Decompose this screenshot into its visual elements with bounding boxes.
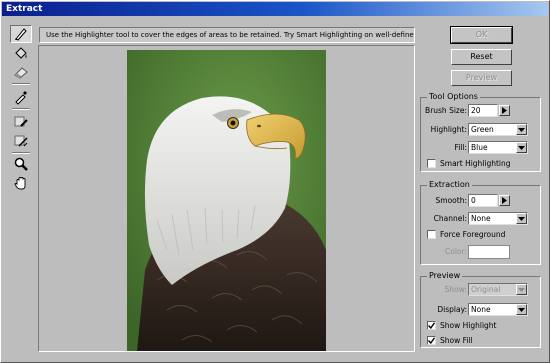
preview-canvas[interactable] xyxy=(38,45,415,352)
channel-label: Channel: xyxy=(433,214,467,223)
show-highlight-label: Show Highlight xyxy=(440,321,497,330)
eagle-photo xyxy=(127,50,326,351)
smooth-field[interactable]: 0 xyxy=(468,194,498,207)
chevron-down-icon xyxy=(518,128,525,132)
brush-size-label: Brush Size: xyxy=(425,106,467,115)
tool-options-title: Tool Options xyxy=(427,92,480,102)
ok-button[interactable]: OK xyxy=(450,26,513,44)
smooth-slider-button[interactable] xyxy=(499,195,510,206)
brush-size-slider-button[interactable] xyxy=(499,105,510,116)
channel-dropdown-button[interactable] xyxy=(516,213,527,224)
instruction-text: Use the Highlighter tool to cover the ed… xyxy=(39,27,415,43)
show-dropdown-button[interactable] xyxy=(516,284,527,295)
display-dropdown-button[interactable] xyxy=(516,304,527,315)
show-label: Show: xyxy=(444,285,467,294)
smooth-label: Smooth: xyxy=(435,196,467,205)
force-foreground-label: Force Foreground xyxy=(440,230,506,239)
show-highlight-checkbox[interactable] xyxy=(427,321,436,330)
magnifier-icon xyxy=(14,157,28,171)
eraser-tool[interactable] xyxy=(10,63,32,81)
fill-tool[interactable] xyxy=(10,44,32,62)
highlight-label: Highlight: xyxy=(430,125,467,134)
checkmark-icon xyxy=(428,337,435,344)
foreground-color-swatch[interactable] xyxy=(468,245,510,259)
toolbar-separator xyxy=(12,108,30,110)
toolbar-separator xyxy=(12,83,30,85)
eyedropper-tool[interactable] xyxy=(10,88,32,106)
triangle-right-icon xyxy=(502,197,507,204)
reset-button[interactable]: Reset xyxy=(451,49,512,65)
cleanup-icon xyxy=(14,116,28,127)
show-fill-label: Show Fill xyxy=(440,336,473,345)
smart-highlighting-label: Smart Highlighting xyxy=(440,159,511,168)
show-fill-checkbox[interactable] xyxy=(427,336,436,345)
chevron-down-icon xyxy=(518,288,525,292)
extract-dialog: Extract Use the Highlighter tool to cove… xyxy=(0,0,550,363)
hand-icon xyxy=(14,177,26,190)
hand-tool[interactable] xyxy=(10,174,32,192)
extraction-group: Extraction Smooth: 0 Channel: None Force… xyxy=(420,180,541,265)
preview-group: Preview Show: Original Display: None Sho… xyxy=(420,271,541,348)
highlighter-icon xyxy=(15,28,27,41)
edge-highlighter-tool[interactable] xyxy=(10,25,32,43)
force-foreground-checkbox[interactable] xyxy=(427,230,436,239)
eyedropper-icon xyxy=(15,91,27,105)
preview-title: Preview xyxy=(427,271,463,281)
chevron-down-icon xyxy=(518,146,525,150)
fill-label: Fill: xyxy=(454,143,467,152)
edge-touchup-icon xyxy=(14,135,28,147)
cleanup-tool[interactable] xyxy=(10,113,32,131)
checkmark-icon xyxy=(428,322,435,329)
display-label: Display: xyxy=(437,305,467,314)
toolbar-separator xyxy=(12,152,30,154)
title-bar[interactable]: Extract xyxy=(2,2,548,16)
edge-touchup-tool[interactable] xyxy=(10,132,32,150)
color-label: Color: xyxy=(445,247,467,256)
eraser-icon xyxy=(14,67,28,79)
extraction-title: Extraction xyxy=(427,180,472,190)
brush-size-field[interactable]: 20 xyxy=(468,104,498,117)
triangle-right-icon xyxy=(502,107,507,114)
zoom-tool[interactable] xyxy=(10,155,32,173)
chevron-down-icon xyxy=(518,308,525,312)
highlight-dropdown-button[interactable] xyxy=(516,124,527,135)
smart-highlighting-checkbox[interactable] xyxy=(427,159,436,168)
paint-bucket-icon xyxy=(15,47,27,59)
fill-dropdown-button[interactable] xyxy=(516,142,527,153)
tool-options-group: Tool Options Brush Size: 20 Highlight: G… xyxy=(420,92,541,172)
chevron-down-icon xyxy=(518,217,525,221)
preview-button[interactable]: Preview xyxy=(451,70,512,86)
